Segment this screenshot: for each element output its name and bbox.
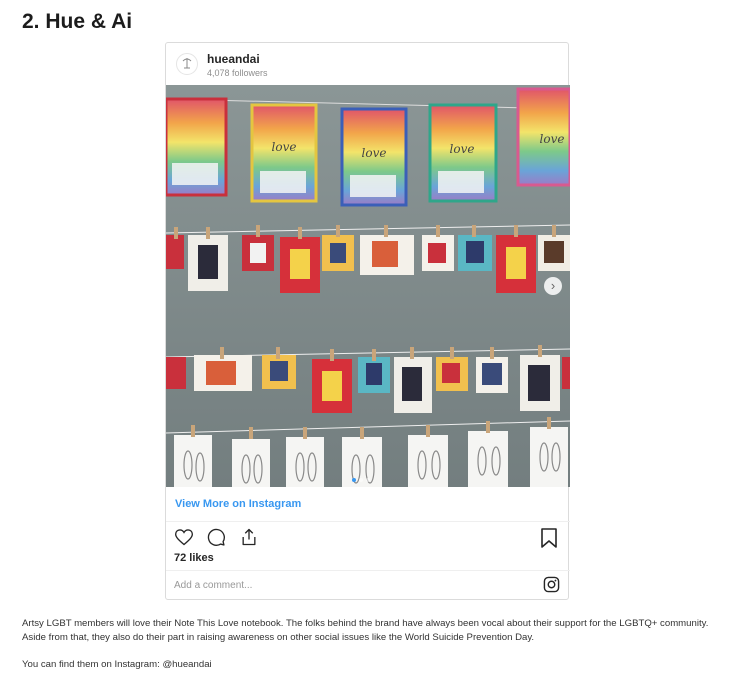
chevron-right-icon[interactable]: ›: [544, 277, 562, 295]
action-bar: [174, 527, 267, 549]
instagram-handle-text: You can find them on Instagram: @hueanda…: [22, 659, 212, 670]
article-heading: 2. Hue & Ai: [22, 10, 133, 33]
share-icon[interactable]: [239, 527, 259, 552]
carousel-dots: [352, 469, 373, 487]
pouch-text: love: [362, 146, 387, 160]
pouch-text: love: [450, 142, 475, 156]
carousel-dot: [352, 478, 356, 482]
pouch: love: [516, 87, 570, 187]
divider: [166, 570, 570, 571]
comment-input[interactable]: Add a comment...: [174, 580, 252, 591]
comment-icon[interactable]: [206, 527, 226, 552]
heart-icon[interactable]: [174, 527, 194, 552]
carousel-dot: [366, 478, 370, 482]
article-paragraph: Artsy LGBT members will love their Note …: [22, 618, 709, 643]
bookmark-icon[interactable]: [540, 528, 558, 553]
pouch: love: [250, 103, 318, 203]
like-count: 72 likes: [174, 552, 214, 564]
instagram-icon[interactable]: [543, 576, 560, 598]
follower-count: 4,078 followers: [207, 68, 268, 78]
view-more-link[interactable]: View More on Instagram: [175, 498, 301, 510]
pouch-text: love: [540, 132, 565, 146]
pouch: [166, 97, 228, 197]
pouch-text: love: [272, 140, 297, 154]
pouch: love: [428, 103, 498, 203]
post-photo[interactable]: love love love love ›: [166, 85, 570, 487]
pouch: love: [340, 107, 408, 207]
carousel-dot: [359, 478, 363, 482]
account-username[interactable]: hueandai: [207, 52, 260, 66]
divider: [166, 521, 570, 522]
brand-logo-icon: [182, 58, 192, 69]
instagram-embed: hueandai 4,078 followers love love love …: [165, 42, 570, 600]
avatar[interactable]: [176, 53, 198, 75]
embed-header: hueandai 4,078 followers: [166, 43, 570, 85]
